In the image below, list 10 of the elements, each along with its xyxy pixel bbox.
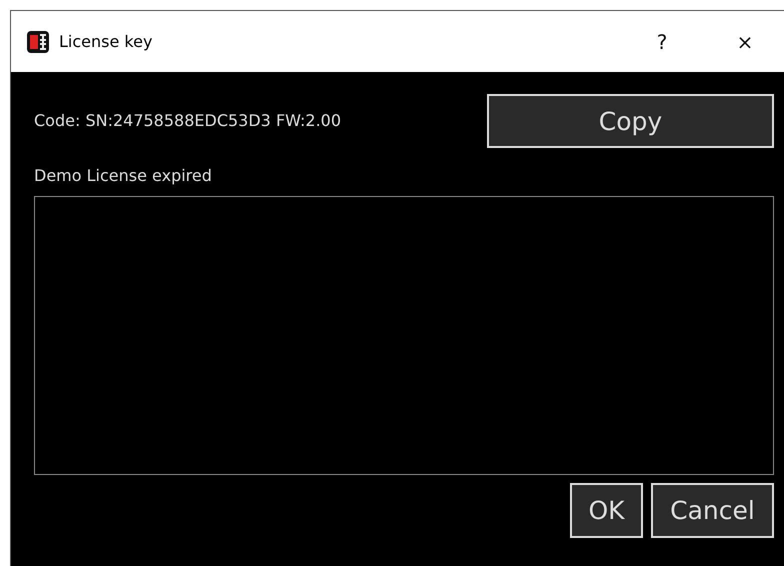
copy-button[interactable]: Copy (487, 94, 774, 148)
cancel-button[interactable]: Cancel (651, 483, 774, 538)
help-button[interactable]: ? (628, 11, 696, 72)
code-label: Code: SN:24758588EDC53D3 FW:2.00 (34, 110, 342, 132)
window-title: License key (59, 30, 152, 52)
app-icon (27, 30, 49, 52)
ok-button[interactable]: OK (570, 483, 643, 538)
close-button[interactable]: × (706, 11, 784, 72)
license-key-field[interactable] (34, 196, 774, 475)
status-text: Demo License expired (34, 165, 213, 187)
